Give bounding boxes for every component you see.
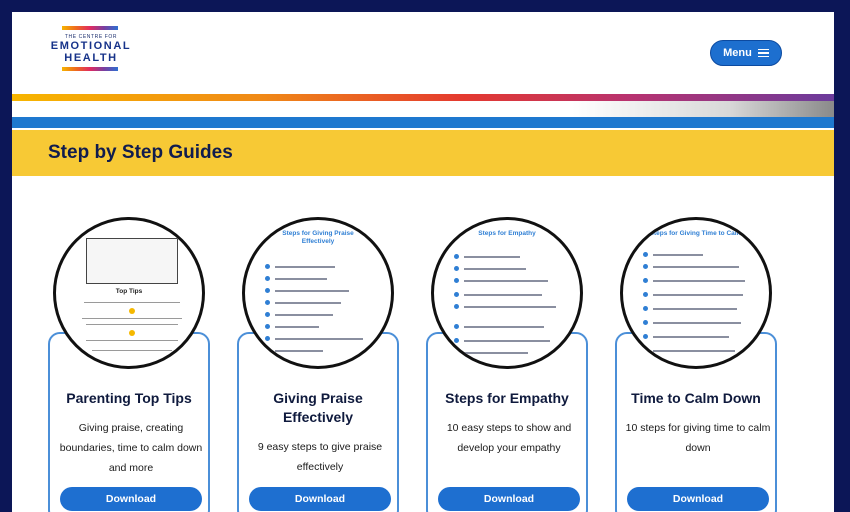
banner-photo [572, 101, 834, 117]
site-logo[interactable]: THE CENTRE FOR EMOTIONAL HEALTH [46, 26, 136, 71]
logo-line2: HEALTH [64, 52, 118, 64]
card-description: 9 easy steps to give praise effectively [257, 441, 383, 473]
card-title: Parenting Top Tips [66, 390, 192, 406]
download-button[interactable]: Download [438, 487, 580, 511]
thumb-title: Steps for Empathy [478, 230, 536, 237]
menu-button[interactable]: Menu [710, 40, 782, 66]
logo-stripe-top [62, 26, 118, 30]
card-description: 10 easy steps to show and develop your e… [446, 422, 572, 454]
card-description: Giving praise, creating boundaries, time… [59, 422, 203, 474]
menu-label: Menu [723, 47, 752, 59]
thumb-title: Steps for Giving Praise Effectively [282, 230, 354, 245]
card-title: Steps for Empathy [445, 390, 569, 406]
illustration [86, 238, 178, 284]
thumb-title: Top Tips [115, 288, 143, 295]
card-title: Giving Praise Effectively [273, 390, 363, 425]
guide-preview-image: Steps for Empathy [431, 217, 583, 369]
rainbow-stripe [12, 94, 834, 101]
download-button[interactable]: Download [60, 487, 202, 511]
blue-stripe [12, 117, 834, 128]
download-button[interactable]: Download [627, 487, 769, 511]
guide-preview-image: Steps for Giving Time to Calm [620, 217, 772, 369]
page: THE CENTRE FOR EMOTIONAL HEALTH Menu Ste… [12, 12, 834, 512]
card-description: 10 steps for giving time to calm down [625, 422, 771, 454]
logo-stripe-bottom [62, 67, 118, 71]
guide-preview-image: Top Tips [53, 217, 205, 369]
section-title: Step by Step Guides [48, 142, 233, 163]
logo-line1: EMOTIONAL [50, 40, 132, 52]
download-button[interactable]: Download [249, 487, 391, 511]
hamburger-icon [757, 48, 769, 58]
guide-preview-image: Steps for Giving Praise Effectively [242, 217, 394, 369]
thumb-title: Steps for Giving Time to Calm [649, 230, 743, 237]
card-title: Time to Calm Down [631, 390, 761, 406]
